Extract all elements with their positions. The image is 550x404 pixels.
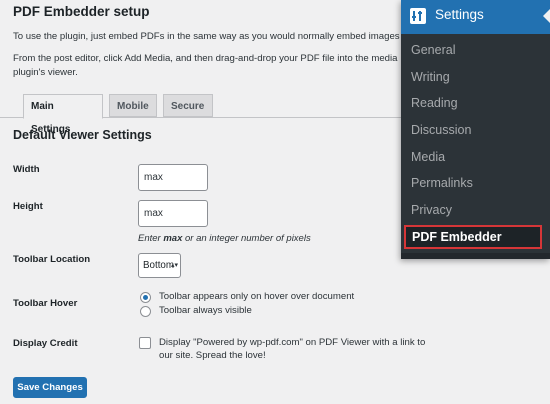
select-arrows-icon: ▴▾ (170, 262, 178, 269)
toolbar-location-label: Toolbar Location (13, 254, 91, 265)
intro-text-line-1: To use the plugin, just embed PDFs in th… (13, 31, 410, 42)
display-credit-text: Display "Powered by wp-pdf.com" on PDF V… (159, 337, 426, 361)
width-input[interactable] (138, 164, 208, 191)
current-menu-caret-icon (543, 9, 550, 23)
settings-sliders-icon (410, 8, 426, 24)
width-label: Width (13, 164, 40, 175)
menu-item-pdf-embedder[interactable]: PDF Embedder (404, 225, 542, 249)
display-credit-checkbox[interactable] (139, 337, 151, 349)
toolbar-location-select[interactable]: Bottom ▴▾ (138, 253, 181, 278)
tab-mobile[interactable]: Mobile (109, 94, 157, 117)
menu-item-reading[interactable]: Reading (411, 96, 458, 110)
settings-menu-title: Settings (435, 7, 484, 22)
tab-secure[interactable]: Secure (163, 94, 213, 117)
toolbar-hover-label: Toolbar Hover (13, 298, 78, 309)
display-credit-label: Display Credit (13, 338, 78, 349)
menu-item-writing[interactable]: Writing (411, 70, 450, 84)
intro-text-line-2: From the post editor, click Add Media, a… (13, 53, 398, 64)
radio-label: Toolbar appears only on hover over docum… (159, 291, 355, 302)
page-title: PDF Embedder setup (13, 4, 150, 19)
toolbar-location-value: Bottom (143, 260, 175, 271)
height-label: Height (13, 201, 43, 212)
settings-menu-header[interactable]: Settings (401, 0, 550, 34)
save-changes-button[interactable]: Save Changes (13, 377, 87, 398)
height-input[interactable] (138, 200, 208, 227)
menu-item-media[interactable]: Media (411, 150, 445, 164)
menu-item-privacy[interactable]: Privacy (411, 203, 452, 217)
intro-text-line-3: plugin's viewer. (13, 67, 78, 78)
radio-button-checked[interactable] (140, 292, 151, 303)
menu-item-general[interactable]: General (411, 43, 455, 57)
radio-label: Toolbar always visible (159, 305, 252, 316)
radio-button[interactable] (140, 306, 151, 317)
dimension-hint: Enter max or an integer number of pixels (138, 233, 311, 244)
tab-main-settings[interactable]: Main Settings (23, 94, 103, 135)
settings-submenu: Settings General Writing Reading Discuss… (401, 0, 550, 259)
menu-item-discussion[interactable]: Discussion (411, 123, 471, 137)
menu-bottom-edge (401, 253, 550, 259)
menu-item-permalinks[interactable]: Permalinks (411, 176, 473, 190)
